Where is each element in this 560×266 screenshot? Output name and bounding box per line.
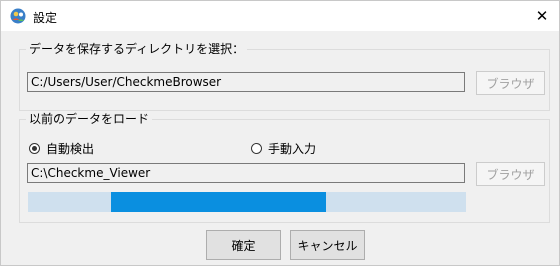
settings-dialog: 設定 ✕ データを保存するディレクトリを選択： C:/Users/User/Ch… [0, 0, 560, 266]
save-directory-browse-button[interactable]: ブラウザ [476, 71, 545, 95]
auto-detect-radio-indicator[interactable] [29, 143, 40, 154]
load-data-browse-button[interactable]: ブラウザ [476, 162, 545, 186]
manual-input-radio-label: 手動入力 [268, 142, 317, 156]
progress-bar [28, 192, 466, 212]
load-data-label: 以前のデータをロード [26, 111, 153, 127]
manual-input-radio-indicator[interactable] [251, 143, 262, 154]
globe-person-icon [10, 8, 26, 24]
title-bar: 設定 ✕ [1, 1, 559, 31]
manual-input-radio[interactable]: 手動入力 [251, 140, 316, 157]
load-data-path-field[interactable]: C:\Checkme_Viewer [27, 163, 465, 183]
close-icon: ✕ [535, 7, 549, 25]
progress-bar-fill [111, 192, 326, 212]
close-button[interactable]: ✕ [525, 1, 559, 31]
auto-detect-radio[interactable]: 自動検出 [29, 140, 94, 157]
ok-button[interactable]: 確定 [206, 230, 281, 260]
cancel-button[interactable]: キャンセル [290, 230, 365, 260]
save-directory-label: データを保存するディレクトリを選択： [26, 41, 248, 57]
window-title: 設定 [33, 11, 58, 25]
auto-detect-radio-label: 自動検出 [46, 142, 95, 156]
save-directory-field[interactable]: C:/Users/User/CheckmeBrowser [27, 72, 465, 92]
